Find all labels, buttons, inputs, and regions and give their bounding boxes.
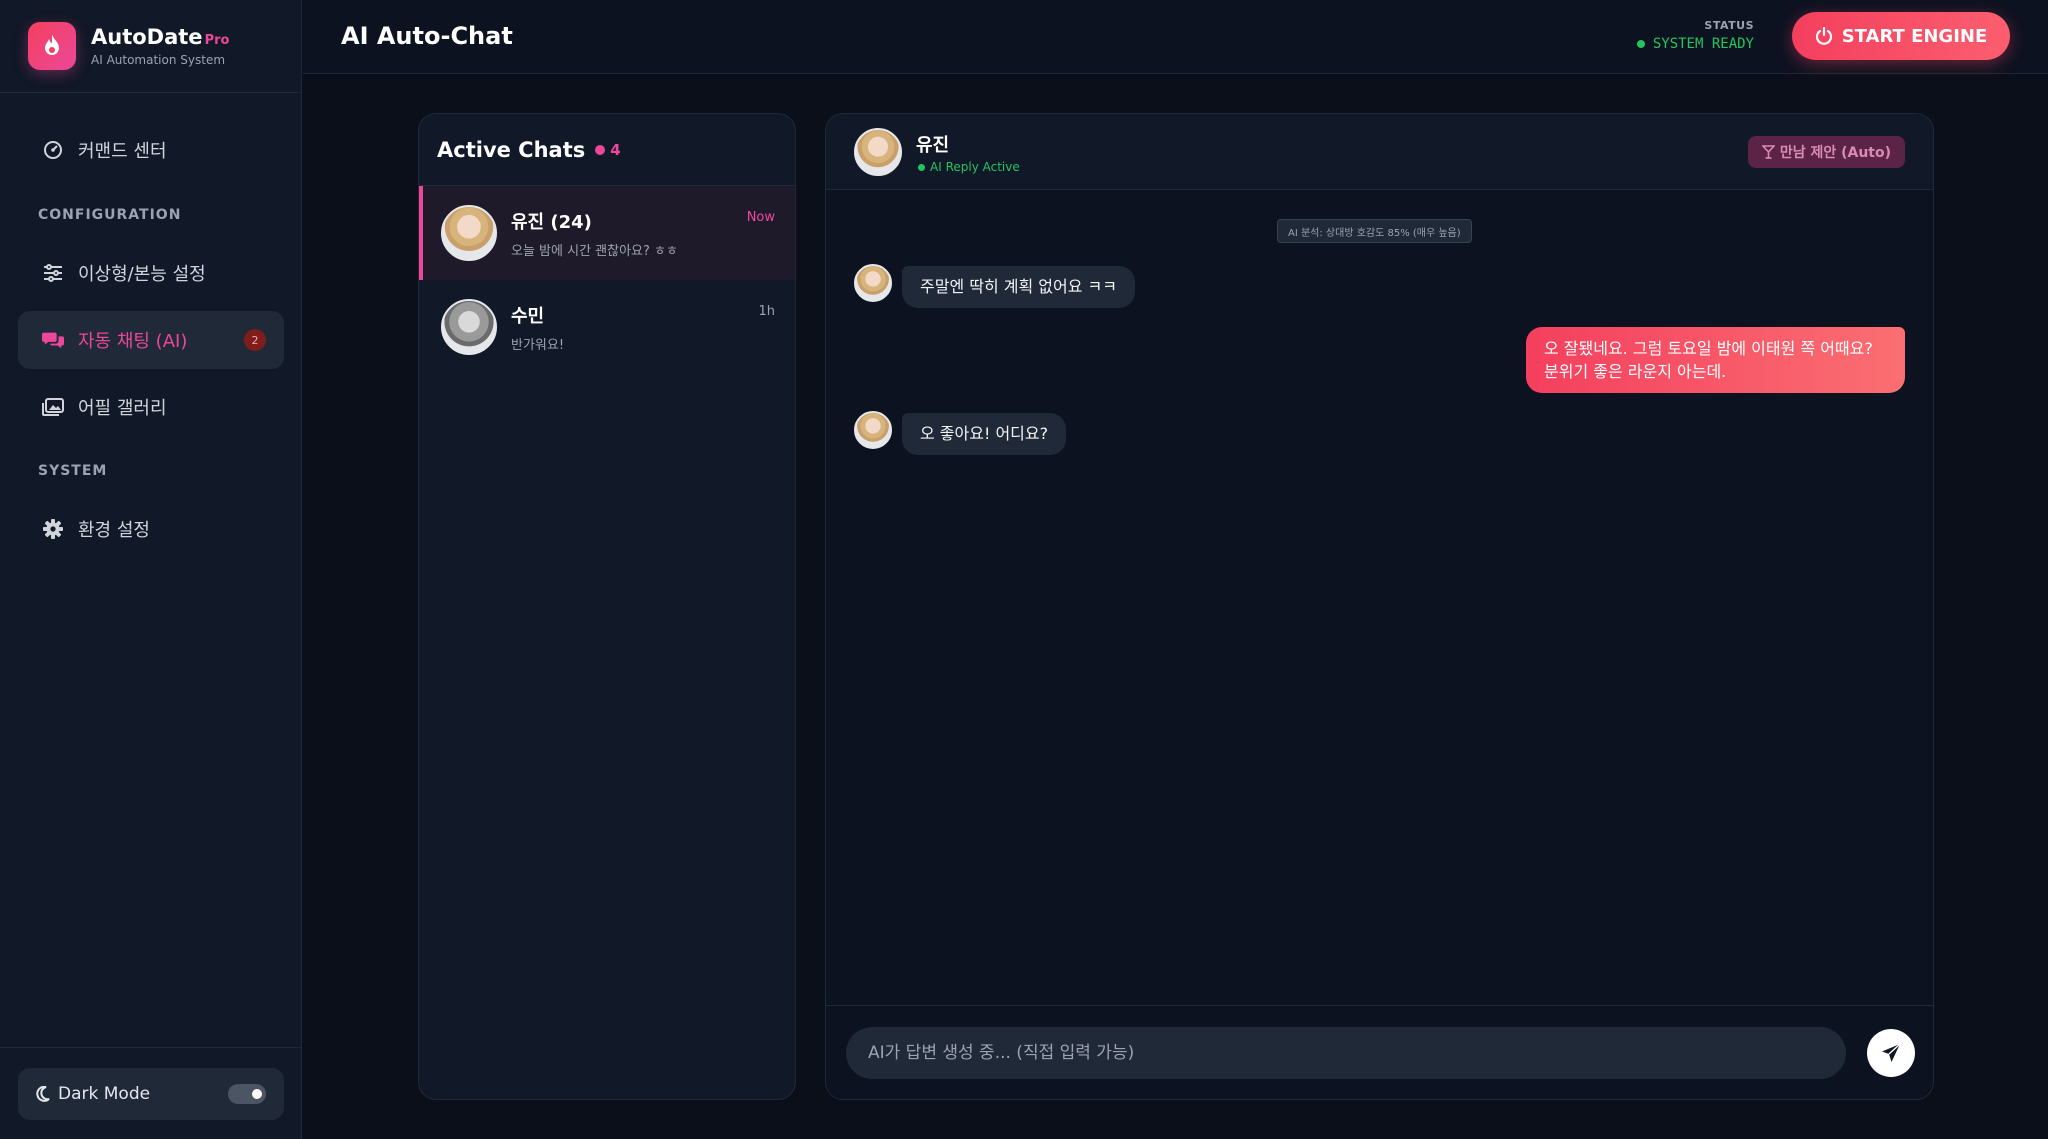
- nav-section-system: SYSTEM: [38, 463, 108, 479]
- sidebar-item-label: 자동 채팅 (AI): [78, 331, 188, 352]
- unread-badge: 2: [244, 329, 266, 351]
- conversation-panel: 유진 AI Reply Active 만남 제안 (Auto) AI 분석: 상…: [825, 113, 1934, 1100]
- status-dot-icon: [918, 163, 925, 171]
- ai-reply-status: AI Reply Active: [918, 160, 1020, 174]
- message-bubble: 주말엔 딱히 계획 없어요 ㅋㅋ: [902, 266, 1135, 308]
- moon-icon: [36, 1086, 50, 1102]
- chat-preview: 반가워요!: [511, 337, 565, 353]
- ai-analysis-note: AI 분석: 상대방 호감도 85% (매우 높음): [1277, 219, 1472, 243]
- dark-mode-toggle[interactable]: Dark Mode: [18, 1068, 284, 1120]
- sidebar: AutoDate Pro AI Automation System 커맨드 센터 …: [0, 0, 302, 1139]
- nav-section-configuration: CONFIGURATION: [38, 207, 182, 223]
- nav-group-main: 커맨드 센터: [18, 121, 284, 179]
- flame-logo-icon: [28, 22, 76, 70]
- sidebar-item-ideal-type[interactable]: 이상형/본능 설정: [18, 244, 284, 302]
- dark-mode-switch[interactable]: [228, 1084, 266, 1104]
- avatar: [854, 128, 902, 176]
- sidebar-item-label: 커맨드 센터: [78, 141, 167, 162]
- brand-subtitle: AI Automation System: [91, 53, 226, 67]
- gear-icon: [42, 518, 64, 540]
- chat-bubbles-icon: [42, 329, 64, 351]
- conversation-header: 유진 AI Reply Active 만남 제안 (Auto): [826, 114, 1933, 190]
- nav-group-system: 환경 설정: [18, 500, 284, 558]
- active-chats-header: Active Chats 4: [419, 114, 795, 186]
- message-composer: [826, 1005, 1933, 1099]
- sidebar-item-auto-chat[interactable]: 자동 채팅 (AI) 2: [18, 311, 284, 369]
- chat-name: 수민: [511, 305, 545, 327]
- chat-name: 유진 (24): [511, 211, 592, 233]
- send-button[interactable]: [1867, 1029, 1915, 1077]
- chat-time: 1h: [758, 304, 775, 319]
- nav-group-config: 이상형/본능 설정 자동 채팅 (AI) 2 어필 갤러리: [18, 244, 284, 436]
- top-header: AI Auto-Chat STATUS SYSTEM READY START E…: [303, 0, 2048, 74]
- active-chats-count: 4: [610, 140, 621, 159]
- chat-preview: 오늘 밤에 시간 괜찮아요? ㅎㅎ: [511, 243, 678, 259]
- status-value: SYSTEM READY: [1636, 36, 1754, 52]
- avatar: [441, 299, 497, 355]
- brand-tier: Pro: [204, 33, 230, 48]
- avatar: [854, 411, 892, 449]
- sidebar-item-gallery[interactable]: 어필 갤러리: [18, 378, 284, 436]
- message-incoming: 주말엔 딱히 계획 없어요 ㅋㅋ: [854, 264, 1135, 308]
- active-dot-icon: [595, 144, 606, 155]
- dark-mode-label: Dark Mode: [58, 1084, 151, 1104]
- start-engine-label: START ENGINE: [1841, 25, 1988, 47]
- conversation-name: 유진: [916, 135, 950, 156]
- cocktail-icon: [1761, 145, 1775, 159]
- power-icon: [1815, 27, 1833, 45]
- active-chats-panel: Active Chats 4 유진 (24) 오늘 밤에 시간 괜찮아요? ㅎㅎ…: [418, 113, 796, 1100]
- sidebar-item-command-center[interactable]: 커맨드 센터: [18, 121, 284, 179]
- sidebar-item-settings[interactable]: 환경 설정: [18, 500, 284, 558]
- sidebar-item-label: 이상형/본능 설정: [78, 264, 206, 285]
- start-engine-button[interactable]: START ENGINE: [1792, 12, 2010, 60]
- status-dot-icon: [1636, 40, 1645, 48]
- message-input[interactable]: [846, 1027, 1846, 1079]
- status-label: STATUS: [1704, 19, 1754, 32]
- page-title: AI Auto-Chat: [341, 22, 513, 50]
- brand-name: AutoDate: [91, 25, 203, 49]
- message-bubble: 오 좋아요! 어디요?: [902, 413, 1067, 455]
- meet-proposal-label: 만남 제안 (Auto): [1779, 145, 1891, 161]
- brand: AutoDate Pro AI Automation System: [0, 0, 301, 93]
- avatar: [854, 264, 892, 302]
- system-status: STATUS SYSTEM READY: [1636, 19, 1754, 52]
- status-text: SYSTEM READY: [1652, 36, 1754, 52]
- active-chats-title: Active Chats: [437, 137, 586, 162]
- ai-reply-status-text: AI Reply Active: [930, 160, 1020, 174]
- sliders-icon: [42, 262, 64, 284]
- chat-time: Now: [746, 210, 775, 225]
- message-incoming: 오 좋아요! 어디요?: [854, 411, 1067, 455]
- avatar: [441, 205, 497, 261]
- gallery-icon: [42, 396, 64, 418]
- dashboard-icon: [42, 139, 64, 161]
- chat-list-item-sumin[interactable]: 수민 반가워요! 1h: [419, 280, 795, 374]
- sidebar-footer: Dark Mode: [0, 1047, 302, 1139]
- chat-list-item-yujin[interactable]: 유진 (24) 오늘 밤에 시간 괜찮아요? ㅎㅎ Now: [419, 186, 795, 280]
- message-outgoing: 오 잘됐네요. 그럼 토요일 밤에 이태원 쪽 어때요? 분위기 좋은 라운지 …: [1526, 327, 1905, 393]
- paper-plane-icon: [1881, 1043, 1901, 1063]
- sidebar-item-label: 어필 갤러리: [78, 398, 167, 419]
- sidebar-item-label: 환경 설정: [78, 520, 150, 541]
- meet-proposal-button[interactable]: 만남 제안 (Auto): [1747, 136, 1905, 168]
